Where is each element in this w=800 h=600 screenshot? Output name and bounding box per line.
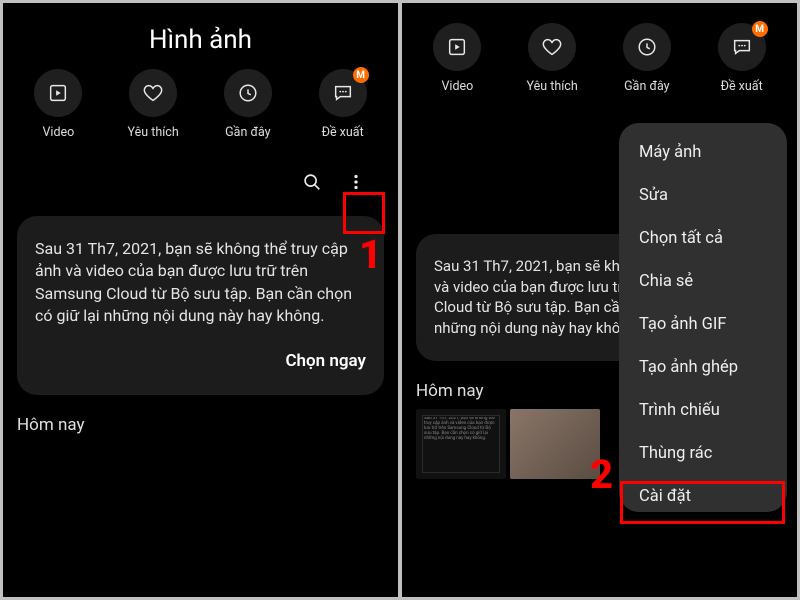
video-icon — [433, 23, 481, 71]
menu-slideshow[interactable]: Trình chiếu — [619, 389, 787, 432]
more-button[interactable] — [342, 168, 370, 196]
tab-suggest[interactable]: M Đề xuất — [702, 23, 782, 94]
notice-text: Sau 31 Th7, 2021, bạn sẽ không thể truy … — [35, 238, 366, 328]
actions-row — [3, 150, 398, 202]
tab-favorites[interactable]: Yêu thích — [512, 23, 592, 94]
tab-recent[interactable]: Gần đây — [607, 23, 687, 94]
top-tabs: Video Yêu thích Gần đây M Đề xuất — [402, 3, 797, 104]
menu-trash[interactable]: Thùng rác — [619, 432, 787, 475]
menu-select-all[interactable]: Chọn tất cả — [619, 217, 787, 260]
thumbnail[interactable]: Sau 31 Th7, 2021, bạn sẽ không thể truy … — [416, 409, 506, 479]
tab-video[interactable]: Video — [18, 69, 98, 140]
tab-favorites[interactable]: Yêu thích — [113, 69, 193, 140]
tab-label: Gần đây — [624, 79, 669, 94]
tab-label: Đề xuất — [322, 125, 364, 140]
screenshot-right: Video Yêu thích Gần đây M Đề xuất Sau 31… — [402, 3, 797, 597]
cloud-notice-card: Sau 31 Th7, 2021, bạn sẽ không thể truy … — [17, 216, 384, 395]
badge: M — [353, 67, 369, 83]
tab-label: Yêu thích — [527, 79, 578, 94]
menu-settings[interactable]: Cài đặt — [619, 475, 787, 512]
heart-icon — [129, 69, 177, 117]
tab-label: Video — [441, 79, 473, 94]
clock-icon — [623, 23, 671, 71]
tab-suggest[interactable]: M Đề xuất — [303, 69, 383, 140]
section-today: Hôm nay — [17, 415, 384, 435]
tab-label: Đề xuất — [721, 79, 763, 94]
chat-icon: M — [319, 69, 367, 117]
thumbnail-preview-text: Sau 31 Th7, 2021, bạn sẽ không thể truy … — [424, 417, 498, 442]
top-tabs: Video Yêu thích Gần đây M Đề xuất — [3, 69, 398, 150]
heart-icon — [528, 23, 576, 71]
search-button[interactable] — [298, 168, 326, 196]
clock-icon — [224, 69, 272, 117]
menu-camera[interactable]: Máy ảnh — [619, 131, 787, 174]
screenshot-left: Hình ảnh Video Yêu thích Gần đây M Đề — [3, 3, 398, 597]
badge: M — [752, 21, 768, 37]
menu-edit[interactable]: Sửa — [619, 174, 787, 217]
notice-action-button[interactable]: Chọn ngay — [35, 350, 366, 374]
video-icon — [34, 69, 82, 117]
tab-video[interactable]: Video — [417, 23, 497, 94]
tab-label: Gần đây — [225, 125, 270, 140]
tab-recent[interactable]: Gần đây — [208, 69, 288, 140]
thumbnail[interactable] — [510, 409, 600, 479]
overflow-menu: Máy ảnh Sửa Chọn tất cả Chia sẻ Tạo ảnh … — [619, 123, 787, 512]
menu-collage[interactable]: Tạo ảnh ghép — [619, 346, 787, 389]
menu-create-gif[interactable]: Tạo ảnh GIF — [619, 303, 787, 346]
page-title: Hình ảnh — [3, 3, 398, 69]
menu-share[interactable]: Chia sẻ — [619, 260, 787, 303]
tab-label: Video — [42, 125, 74, 140]
chat-icon: M — [718, 23, 766, 71]
tab-label: Yêu thích — [128, 125, 179, 140]
